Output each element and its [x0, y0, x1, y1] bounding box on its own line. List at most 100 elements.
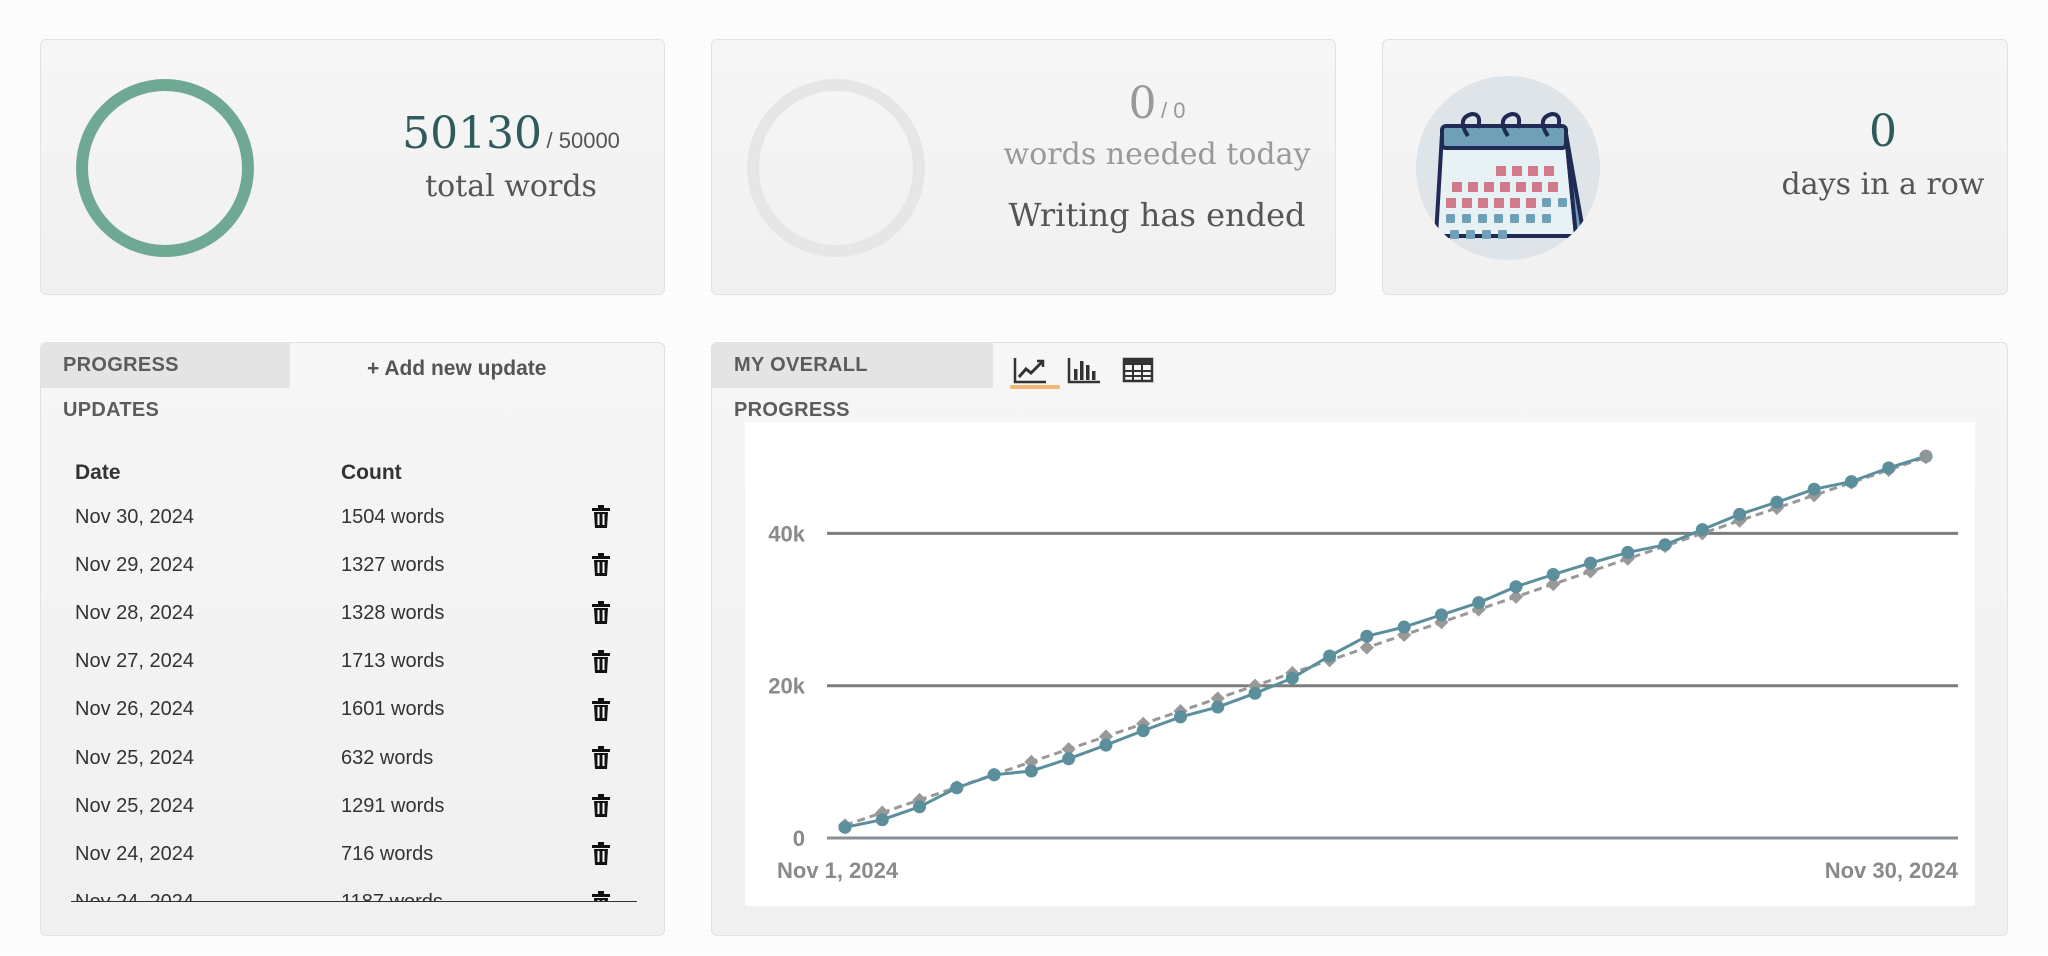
row-count: 1504 words — [341, 505, 445, 528]
actual-point — [1434, 608, 1448, 622]
progress-updates-panel: PROGRESS UPDATES + Add new update Date C… — [40, 342, 665, 936]
x-tick-label: Nov 30, 2024 — [1825, 858, 1959, 883]
row-count: 1713 words — [341, 650, 445, 673]
actual-point — [1546, 568, 1560, 582]
today-words-goal: / 0 — [1160, 98, 1186, 123]
line-chart-icon[interactable] — [1010, 351, 1050, 389]
y-tick-label: 40k — [768, 521, 805, 546]
actual-point — [1397, 620, 1411, 634]
trash-icon[interactable] — [581, 505, 621, 529]
row-date: Nov 25, 2024 — [75, 746, 194, 769]
today-progress-ring — [747, 79, 925, 257]
actual-point — [1248, 686, 1262, 700]
table-row: Nov 29, 2024 1327 words — [75, 541, 635, 589]
total-words-value: 50130 — [402, 108, 543, 159]
trash-icon[interactable] — [581, 697, 621, 722]
table-row: Nov 30, 2024 1504 words — [75, 493, 635, 541]
row-date: Nov 29, 2024 — [75, 553, 194, 576]
table-row: Nov 27, 2024 1713 words — [75, 638, 635, 686]
actual-point — [1062, 752, 1076, 766]
row-count: 1291 words — [341, 794, 445, 817]
total-progress-ring — [76, 79, 254, 257]
actual-point — [1695, 523, 1709, 537]
row-count: 1327 words — [341, 553, 445, 576]
row-date: Nov 25, 2024 — [75, 794, 194, 817]
table-header: Date Count — [75, 453, 635, 493]
overall-progress-panel: MY OVERALL PROGRESS 0 20k 40k Nov 1, 2024 No… — [711, 342, 2008, 936]
row-date: Nov 30, 2024 — [75, 505, 194, 528]
streak-value: 0 — [1869, 106, 1897, 157]
actual-point — [913, 800, 927, 814]
streak-stat: 0 days in a row — [1763, 106, 2003, 202]
actual-point — [1173, 710, 1187, 724]
row-count: 632 words — [341, 746, 434, 769]
actual-point — [1882, 461, 1896, 475]
table-row: Nov 26, 2024 1601 words — [75, 686, 635, 734]
overall-progress-tab[interactable]: MY OVERALL PROGRESS — [712, 343, 993, 421]
final-point — [1919, 449, 1933, 463]
trash-icon[interactable] — [581, 649, 621, 674]
add-new-update-button[interactable]: + Add new update — [367, 357, 546, 381]
chart-svg: 0 20k 40k Nov 1, 2024 Nov 30, 2024 — [768, 449, 1959, 883]
table-icon[interactable] — [1118, 351, 1158, 389]
bar-chart-icon[interactable] — [1064, 351, 1104, 389]
total-words-stat: 50130 / 50000 total words — [381, 108, 641, 204]
actual-point — [838, 820, 852, 834]
progress-line-chart: 0 20k 40k Nov 1, 2024 Nov 30, 2024 — [745, 422, 1975, 906]
actual-point — [1211, 700, 1225, 714]
actual-point — [1024, 764, 1038, 778]
table-row: Nov 24, 2024 716 words — [75, 830, 635, 878]
table-row: Nov 25, 2024 1291 words — [75, 782, 635, 830]
row-date: Nov 27, 2024 — [75, 650, 194, 673]
trash-icon[interactable] — [581, 601, 621, 625]
actual-point — [875, 813, 889, 827]
actual-point — [950, 781, 964, 795]
streak-label: days in a row — [1781, 167, 1985, 202]
y-tick-label: 20k — [768, 674, 805, 699]
total-words-card: 50130 / 50000 total words — [40, 39, 665, 295]
total-words-goal: / 50000 — [546, 128, 620, 153]
actual-point — [1733, 507, 1747, 521]
actual-point — [1136, 724, 1150, 738]
row-count: 1601 words — [341, 698, 445, 721]
active-tool-indicator — [1010, 385, 1060, 389]
actual-point — [1323, 649, 1337, 663]
writing-status: Writing has ended — [1008, 196, 1306, 234]
row-count: 1328 words — [341, 601, 445, 624]
today-words-value: 0 — [1128, 78, 1157, 129]
trash-icon[interactable] — [581, 842, 621, 866]
actual-point — [1844, 475, 1858, 489]
y-tick-label: 0 — [793, 826, 805, 851]
column-header-date: Date — [75, 461, 121, 484]
table-row: Nov 25, 2024 632 words — [75, 734, 635, 782]
actual-point — [1658, 538, 1672, 552]
actual-point — [1770, 495, 1784, 509]
target-series-line — [844, 455, 1927, 827]
row-date: Nov 26, 2024 — [75, 698, 194, 721]
actual-point — [1285, 671, 1299, 685]
row-date: Nov 28, 2024 — [75, 601, 194, 624]
actual-point — [1621, 545, 1635, 559]
table-body: Nov 30, 2024 1504 words Nov 29, 2024 1327 w… — [75, 493, 635, 927]
actual-point — [1509, 580, 1523, 594]
row-count: 716 words — [341, 842, 434, 865]
total-words-label: total words — [425, 169, 597, 204]
calendar-icon — [1416, 76, 1600, 260]
column-header-count: Count — [341, 461, 402, 484]
trash-icon[interactable] — [581, 553, 621, 577]
actual-point — [1584, 556, 1598, 570]
streak-card: 0 days in a row — [1382, 39, 2008, 295]
words-needed-today-card: 0 / 0 words needed today Writing has end… — [711, 39, 1336, 295]
updates-table: Date Count Nov 30, 2024 1504 words Nov 29,… — [75, 453, 635, 927]
trash-icon[interactable] — [581, 794, 621, 818]
x-tick-label: Nov 1, 2024 — [777, 858, 899, 883]
actual-point — [1472, 596, 1486, 610]
row-date: Nov 24, 2024 — [75, 842, 194, 865]
table-clip — [41, 902, 664, 935]
today-words-label: words needed today — [1003, 137, 1311, 172]
table-row: Nov 28, 2024 1328 words — [75, 589, 635, 637]
actual-point — [1099, 738, 1113, 752]
actual-point — [1807, 482, 1821, 496]
trash-icon[interactable] — [581, 746, 621, 770]
progress-updates-tab[interactable]: PROGRESS UPDATES — [41, 343, 290, 421]
